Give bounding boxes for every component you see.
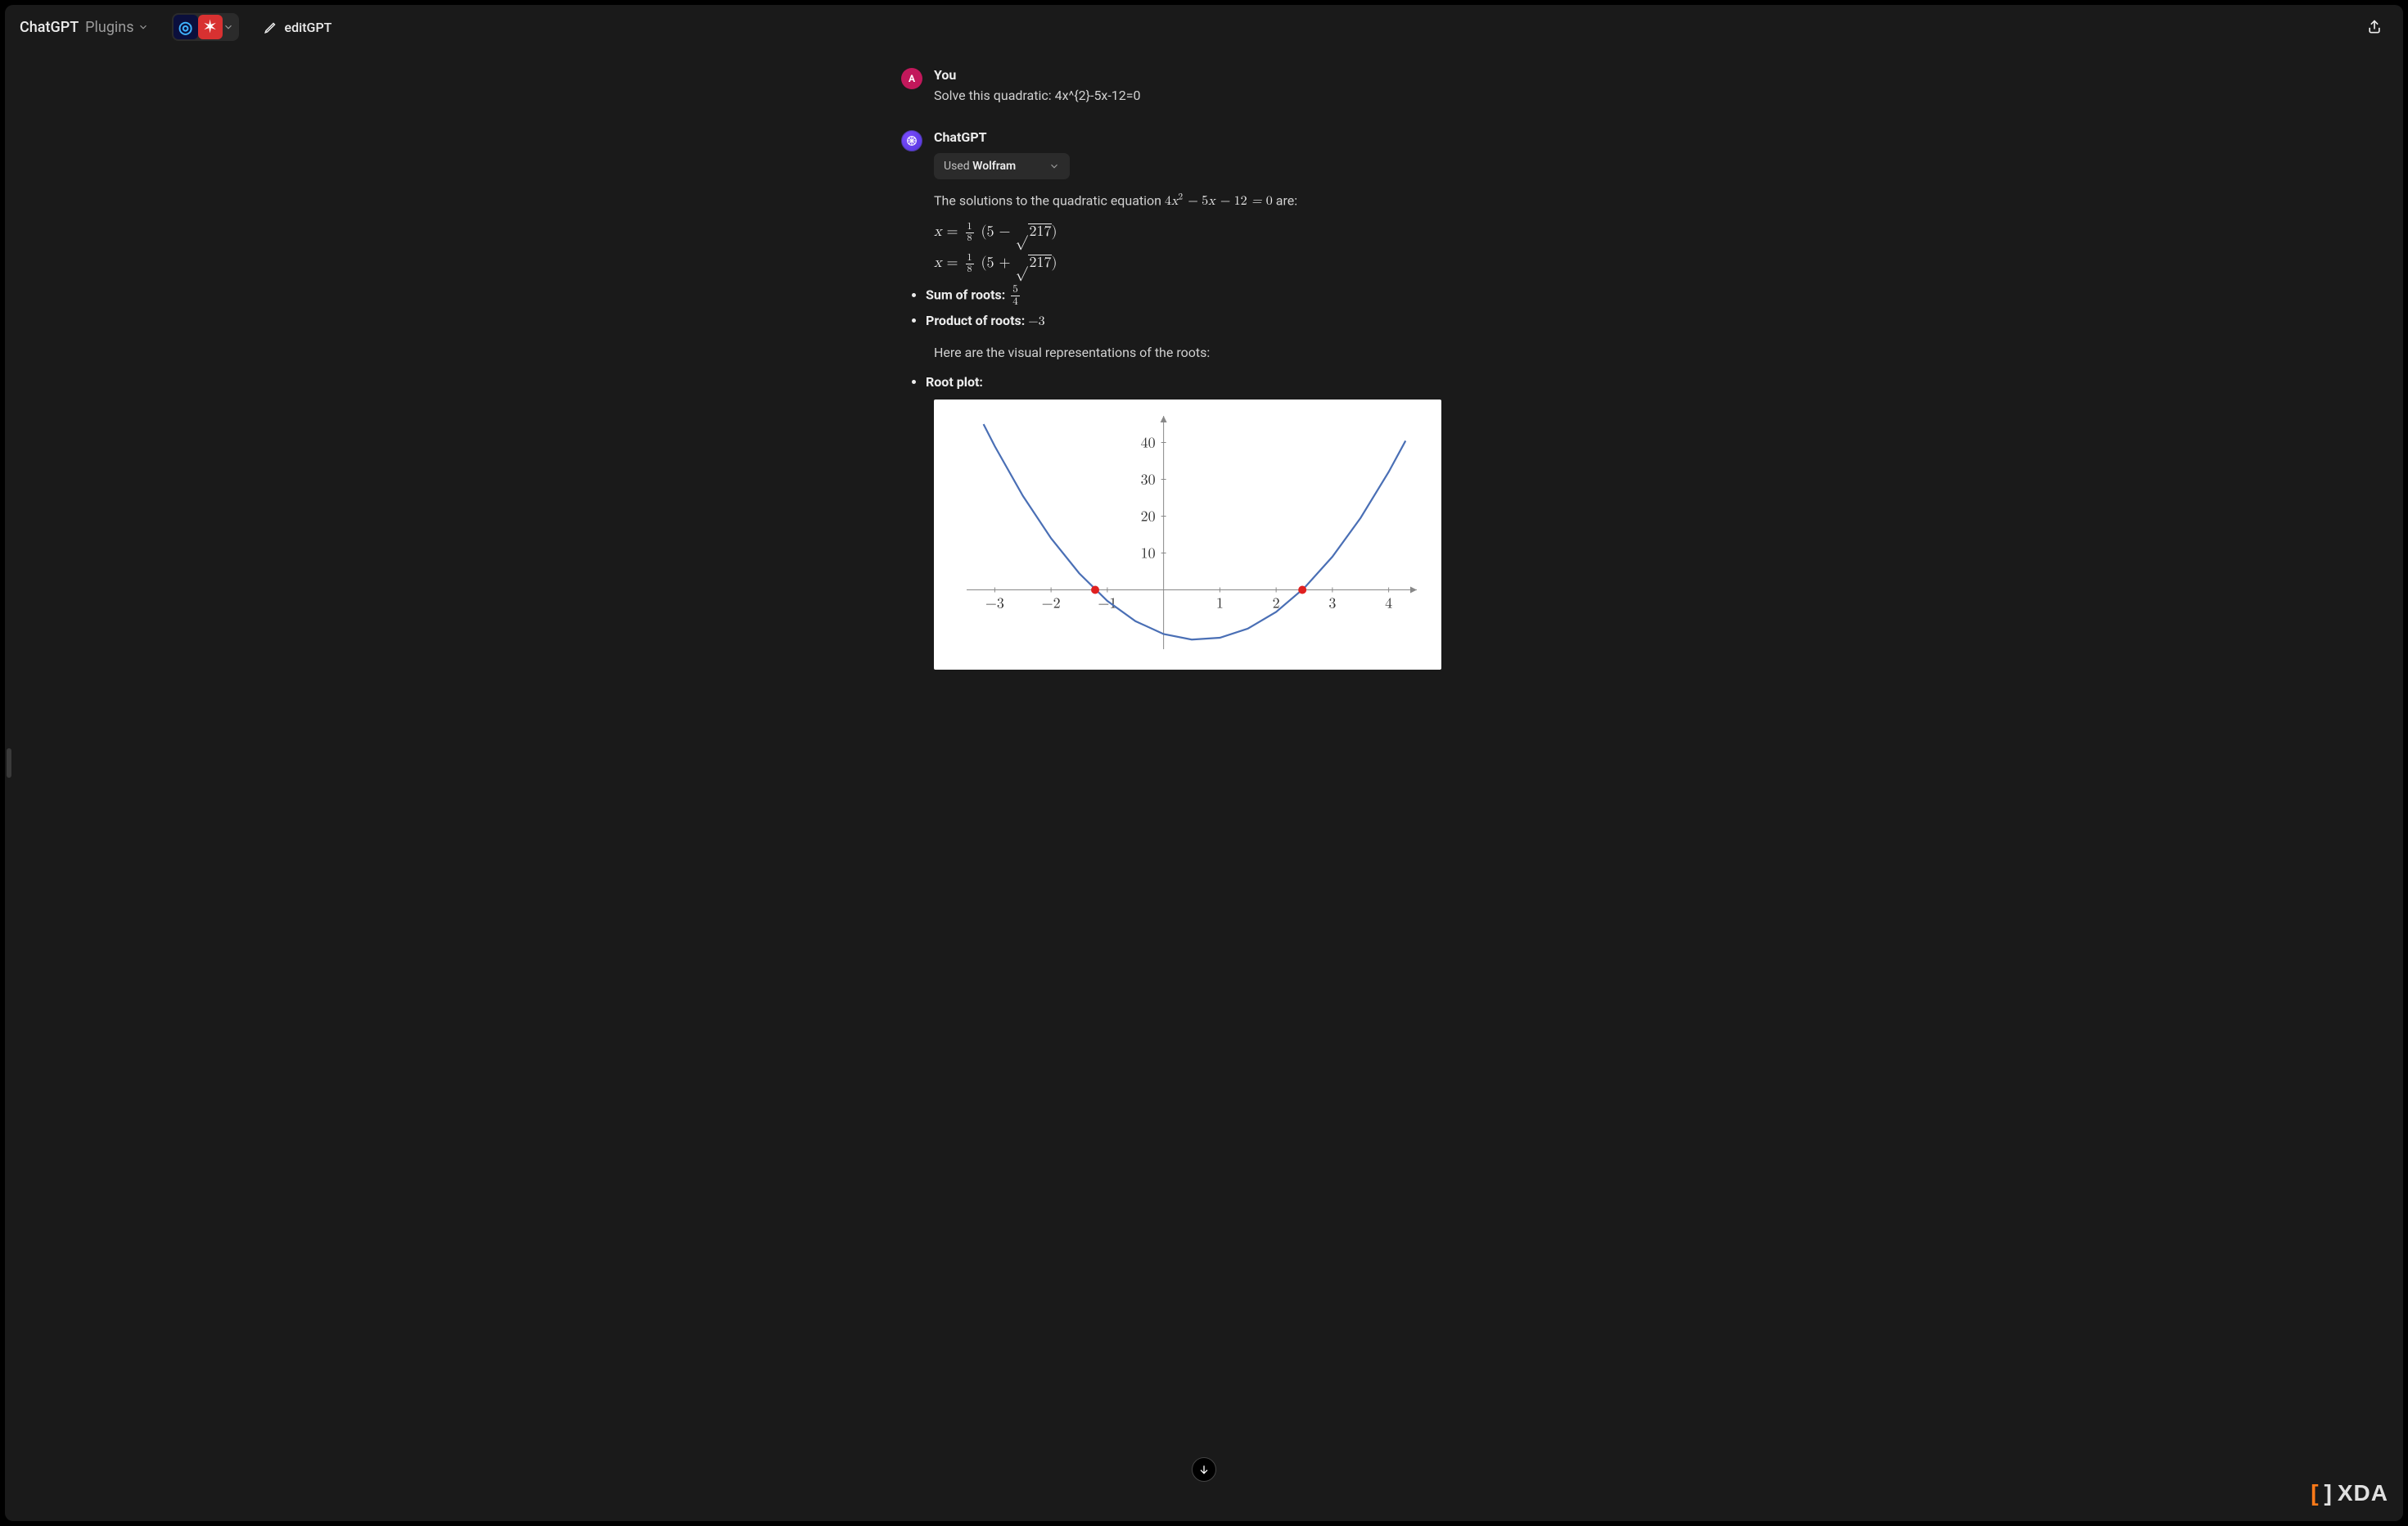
svg-text:20: 20 (1141, 510, 1156, 525)
svg-text:−2: −2 (1042, 597, 1061, 612)
root-plot-bullet: Root plot: (934, 374, 1507, 390)
solution-1: x = 18 (5 − 217) (934, 222, 1507, 243)
svg-text:4: 4 (1385, 597, 1392, 612)
svg-text:−3: −3 (985, 597, 1004, 612)
scroll-to-bottom-button[interactable] (1192, 1457, 1216, 1482)
pen-icon (264, 20, 278, 34)
mode-label: Plugins (85, 19, 133, 36)
chevron-down-icon (1048, 160, 1060, 172)
active-plugins-dropdown[interactable]: ◎ ✶ (172, 13, 239, 41)
share-icon (2366, 19, 2383, 35)
root-plot-image[interactable]: −3−2−1123410203040 (934, 400, 1441, 670)
header: ChatGPT Plugins ◎ ✶ editGPT (5, 5, 2403, 49)
share-button[interactable] (2361, 13, 2388, 41)
openai-icon (905, 134, 918, 147)
plugin-used-pill[interactable]: Used Wolfram (934, 153, 1070, 179)
intro-suffix: are: (1273, 192, 1297, 208)
message-user: A You Solve this quadratic: 4x^{2}-5x-12… (901, 67, 1507, 106)
solution-2: x = 18 (5 + 217) (934, 253, 1507, 274)
svg-text:−1: −1 (1098, 597, 1116, 612)
svg-text:3: 3 (1328, 597, 1336, 612)
root-plot-label-item: Root plot: (926, 374, 1507, 390)
model-switcher[interactable]: ChatGPT Plugins (20, 19, 149, 36)
user-message-text: Solve this quadratic: 4x^{2}-5x-12=0 (934, 86, 1507, 106)
plugin-icon-1: ◎ (174, 15, 198, 39)
sidebar-toggle[interactable] (7, 748, 11, 778)
chevron-down-icon (223, 21, 234, 33)
assistant-intro: The solutions to the quadratic equation … (934, 191, 1507, 212)
plugin-used-name: Wolfram (972, 160, 1016, 173)
fact-sum: Sum of roots: 54 (926, 284, 1507, 307)
watermark-text: XDA (2338, 1480, 2388, 1506)
message-assistant: ChatGPT Used Wolfram The solutions to th… (901, 129, 1507, 670)
visual-intro: Here are the visual representations of t… (934, 343, 1507, 363)
avatar-user: A (901, 68, 922, 89)
svg-text:30: 30 (1141, 473, 1156, 488)
message-input-bar[interactable] (5, 1510, 2403, 1521)
svg-text:10: 10 (1141, 547, 1156, 562)
svg-text:40: 40 (1141, 436, 1156, 451)
plugin-icon-2: ✶ (198, 15, 223, 39)
xda-watermark: [] XDA (2311, 1480, 2388, 1506)
editgpt-label: editGPT (285, 20, 332, 35)
app-title: ChatGPT (20, 19, 79, 36)
fact-product: Product of roots: −3 (926, 313, 1507, 330)
root-plot-svg: −3−2−1123410203040 (934, 400, 1441, 670)
user-name: You (934, 67, 1507, 83)
chevron-down-icon (138, 21, 149, 33)
editgpt-button[interactable]: editGPT (264, 20, 332, 35)
conversation: A You Solve this quadratic: 4x^{2}-5x-12… (901, 49, 1507, 670)
assistant-name: ChatGPT (934, 129, 1507, 145)
intro-prefix: The solutions to the quadratic equation (934, 192, 1165, 208)
avatar-assistant (901, 130, 922, 151)
facts-list: Sum of roots: 54 Product of roots: −3 (934, 284, 1507, 329)
svg-text:1: 1 (1216, 597, 1224, 612)
message-input-placeholder (901, 1510, 1507, 1521)
arrow-down-icon (1197, 1463, 1211, 1476)
plugin-used-prefix: Used (944, 160, 972, 173)
